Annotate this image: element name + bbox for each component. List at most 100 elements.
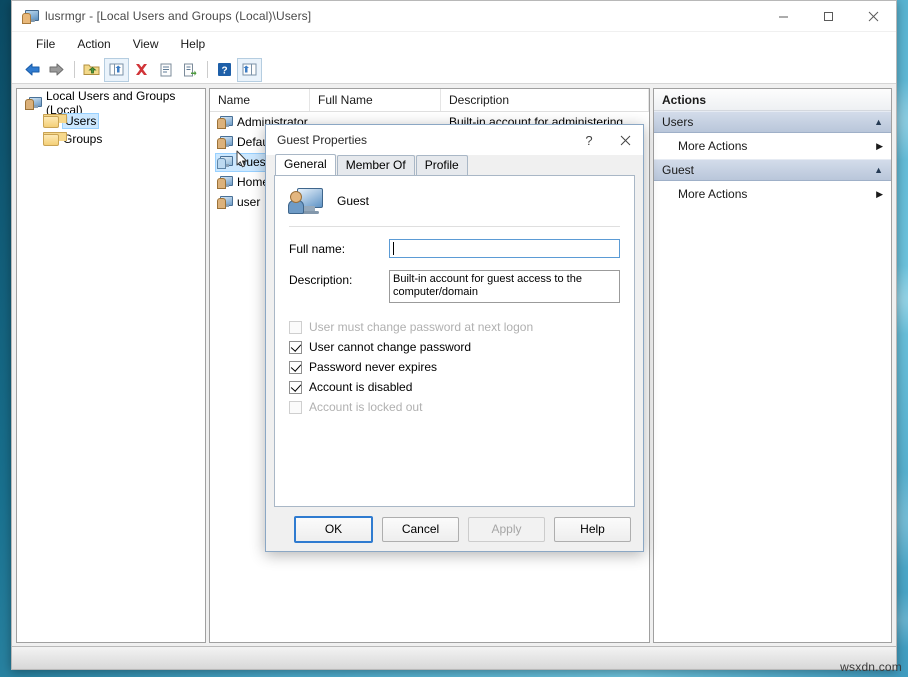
column-header-full-name[interactable]: Full Name: [310, 89, 441, 111]
full-name-label: Full name:: [289, 239, 389, 256]
menu-action[interactable]: Action: [67, 35, 120, 53]
dialog-titlebar: Guest Properties ?: [266, 125, 643, 155]
window-titlebar: lusrmgr - [Local Users and Groups (Local…: [12, 1, 896, 32]
checkbox-cannot-change-password[interactable]: [289, 341, 302, 354]
lusrmgr-icon: [22, 8, 38, 24]
back-icon[interactable]: [21, 59, 44, 81]
user-name: user: [237, 195, 260, 209]
user-account-icon: [217, 115, 233, 130]
actions-group-guest[interactable]: Guest ▲: [654, 159, 891, 181]
checkbox-row-account-locked-out[interactable]: Account is locked out: [289, 397, 634, 417]
show-action-pane-icon[interactable]: [237, 58, 262, 82]
toolbar: ?: [12, 56, 896, 84]
description-row: Description: Built-in account for guest …: [275, 258, 634, 303]
minimize-icon[interactable]: [761, 1, 806, 31]
tab-general[interactable]: General: [275, 154, 336, 175]
checkbox-row-password-never-expires[interactable]: Password never expires: [289, 357, 634, 377]
checkbox-account-locked-out[interactable]: [289, 401, 302, 414]
account-name: Guest: [337, 194, 369, 208]
tree-groups-label: Groups: [63, 132, 102, 146]
maximize-icon[interactable]: [806, 1, 851, 31]
account-options: User must change password at next logon …: [275, 303, 634, 417]
toolbar-separator-2: [207, 61, 208, 78]
checkbox-account-disabled[interactable]: [289, 381, 302, 394]
actions-pane: Actions Users ▲ More Actions ▶ Guest ▲ M…: [653, 88, 892, 643]
toolbar-separator: [74, 61, 75, 78]
chevron-right-icon: ▶: [876, 189, 883, 200]
action-more-actions-users[interactable]: More Actions ▶: [654, 133, 891, 159]
folder-icon: [42, 113, 58, 129]
checkbox-row-must-change-password[interactable]: User must change password at next logon: [289, 317, 634, 337]
tab-panel-general: Guest Full name: Description: Built-in a…: [274, 175, 635, 507]
user-account-large-icon: [289, 186, 323, 216]
full-name-input[interactable]: [389, 239, 620, 258]
computer-icon: [25, 95, 41, 111]
delete-icon[interactable]: [130, 59, 153, 81]
help-icon[interactable]: ?: [213, 59, 236, 81]
menu-file[interactable]: File: [26, 35, 65, 53]
checkbox-label: Password never expires: [309, 360, 437, 374]
checkbox-label: Account is locked out: [309, 400, 422, 414]
chevron-up-icon: ▲: [874, 117, 883, 127]
action-label: More Actions: [678, 139, 747, 153]
dialog-tabs: General Member Of Profile: [266, 155, 643, 175]
cancel-button[interactable]: Cancel: [382, 517, 459, 542]
up-folder-icon[interactable]: [80, 59, 103, 81]
action-more-actions-guest[interactable]: More Actions ▶: [654, 181, 891, 207]
checkbox-label: User must change password at next logon: [309, 320, 533, 334]
description-label: Description:: [289, 270, 389, 287]
column-header-name[interactable]: Name: [210, 89, 310, 111]
show-console-tree-icon[interactable]: [104, 58, 129, 82]
menubar: File Action View Help: [12, 32, 896, 56]
window-title: lusrmgr - [Local Users and Groups (Local…: [45, 9, 311, 23]
tab-profile[interactable]: Profile: [416, 155, 468, 175]
checkbox-label: Account is disabled: [309, 380, 412, 394]
checkbox-row-cannot-change-password[interactable]: User cannot change password: [289, 337, 634, 357]
dialog-button-bar: OK Cancel Apply Help: [266, 507, 643, 551]
guest-properties-dialog: Guest Properties ? General Member Of Pro…: [265, 124, 644, 552]
forward-icon[interactable]: [45, 59, 68, 81]
window-controls: [761, 1, 896, 31]
account-header: Guest: [275, 176, 634, 216]
checkbox-label: User cannot change password: [309, 340, 471, 354]
user-account-icon: [217, 175, 233, 190]
folder-icon: [42, 131, 58, 147]
description-input[interactable]: Built-in account for guest access to the…: [389, 270, 620, 303]
export-list-icon[interactable]: [178, 59, 201, 81]
checkbox-must-change-password[interactable]: [289, 321, 302, 334]
user-account-icon: [217, 195, 233, 210]
help-question-icon[interactable]: ?: [571, 125, 607, 155]
apply-button: Apply: [468, 517, 545, 542]
actions-pane-title: Actions: [654, 89, 891, 111]
close-icon[interactable]: [607, 125, 643, 155]
ok-button[interactable]: OK: [294, 516, 373, 543]
tree-node-root[interactable]: Local Users and Groups (Local): [17, 94, 205, 112]
actions-group-users[interactable]: Users ▲: [654, 111, 891, 133]
help-button[interactable]: Help: [554, 517, 631, 542]
properties-icon[interactable]: [154, 59, 177, 81]
dialog-title: Guest Properties: [277, 133, 367, 147]
actions-group-guest-label: Guest: [662, 163, 694, 177]
dialog-controls: ?: [571, 125, 643, 155]
tab-member-of[interactable]: Member Of: [337, 155, 415, 175]
text-caret: [393, 242, 394, 255]
action-label: More Actions: [678, 187, 747, 201]
chevron-up-icon: ▲: [874, 165, 883, 175]
checkbox-password-never-expires[interactable]: [289, 361, 302, 374]
tree-node-groups[interactable]: Groups: [17, 130, 205, 148]
column-header-description[interactable]: Description: [441, 89, 649, 111]
list-column-headers: Name Full Name Description: [210, 89, 649, 112]
user-account-icon: [217, 135, 233, 150]
svg-text:?: ?: [221, 65, 227, 76]
tree-node-users[interactable]: Users: [17, 112, 205, 130]
guest-account-icon: [217, 155, 233, 170]
checkbox-row-account-disabled[interactable]: Account is disabled: [289, 377, 634, 397]
menu-view[interactable]: View: [123, 35, 169, 53]
console-tree-pane: Local Users and Groups (Local) Users Gro…: [16, 88, 206, 643]
full-name-row: Full name:: [275, 227, 634, 258]
menu-help[interactable]: Help: [171, 35, 216, 53]
status-bar: [12, 646, 896, 669]
close-icon[interactable]: [851, 1, 896, 31]
watermark: wsxdn.com: [840, 660, 902, 674]
chevron-right-icon: ▶: [876, 141, 883, 152]
